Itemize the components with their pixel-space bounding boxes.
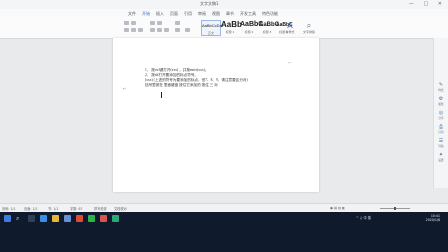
underline-tool-icon[interactable]: [138, 28, 143, 32]
style-heading-1[interactable]: AaBb 标题 1: [221, 20, 242, 34]
style-heading-3-label: 标题 3: [262, 30, 272, 34]
document-page[interactable]: ⌐ 1、 按ctrl键打开(xxx) ，并按enter(xxx)。 2、 按al…: [113, 38, 319, 192]
zoom-slider[interactable]: [380, 207, 410, 210]
bold-tool-icon[interactable]: [124, 28, 129, 32]
title-bar: 文字文稿1 — □ ✕: [0, 0, 448, 9]
style-heading-1-label: 标题 1: [225, 30, 235, 34]
style-normal-sample: AaBbCcDd: [202, 23, 222, 28]
taskbar: ⌕ ^ ♫ 中 英 10:41 2020/1/8: [0, 212, 448, 252]
status-spell-check[interactable]: 拼写检查: [94, 206, 107, 211]
style-heading-2-sample: AaBbC: [240, 21, 264, 28]
side-item-navigation[interactable]: ☰ 导航: [434, 138, 448, 148]
text-cursor: [161, 92, 162, 98]
style-icon: ✎: [438, 82, 444, 88]
font-size-tool-icon[interactable]: [131, 21, 136, 25]
new-style-icon: A: [287, 21, 293, 30]
task-view-icon[interactable]: [28, 215, 35, 222]
edge-browser-icon[interactable]: [40, 215, 47, 222]
new-style-button[interactable]: A 新样式: [282, 21, 298, 34]
align-right-tool-icon[interactable]: [164, 28, 169, 32]
status-section: 节: 1/1: [48, 207, 59, 211]
style-heading-3[interactable]: AaBbC 标题 3: [259, 20, 280, 34]
side-panel: ✎ 样式 ⚙ 属性 ◎ 分享 ⎙ 打印 ☰ 导航 ✦ 设置: [433, 38, 448, 188]
window-controls[interactable]: — □ ✕: [409, 1, 446, 7]
text-layout-label: 文字排版: [302, 30, 315, 34]
wechat-icon[interactable]: [112, 215, 119, 222]
font-tool-icon[interactable]: [124, 21, 129, 25]
status-word-count: 字数: 67: [70, 207, 83, 211]
status-page: 页码: 1/1: [2, 207, 16, 211]
side-item-share[interactable]: ◎ 分享: [434, 110, 448, 120]
system-tray[interactable]: ^ ♫ 中 英: [356, 215, 371, 220]
store-icon[interactable]: [64, 215, 71, 222]
side-item-share-label: 分享: [438, 117, 444, 120]
settings-icon: ✦: [438, 152, 444, 158]
style-heading-1-sample: AaBb: [221, 20, 242, 29]
app-green-icon[interactable]: [88, 215, 95, 222]
share-icon: ◎: [438, 110, 444, 116]
side-item-style[interactable]: ✎ 样式: [434, 82, 448, 92]
menu-bar: 文件 开始 插入 页面 引用 审阅 视图 章节 开发工具 特色功能: [0, 9, 448, 19]
document-title: 文字文稿1: [200, 1, 219, 6]
side-item-properties[interactable]: ⚙ 属性: [434, 96, 448, 106]
ribbon-toolbar: AaBbCcDd 正文 AaBb 标题 1 AaBbC 标题 2 AaBbC 标…: [0, 17, 448, 39]
view-mode-icon[interactable]: ▣ ▤ ▥ ◧: [330, 206, 345, 210]
indent-tool-icon[interactable]: [175, 21, 180, 25]
style-heading-2[interactable]: AaBbC 标题 2: [240, 20, 264, 34]
side-item-properties-label: 属性: [438, 103, 444, 106]
list-tool-icon[interactable]: [150, 21, 155, 25]
style-normal[interactable]: AaBbCcDd 正文: [201, 20, 222, 36]
margin-corner-mark: ⌐: [288, 60, 293, 66]
side-item-settings[interactable]: ✦ 设置: [434, 152, 448, 162]
italic-tool-icon[interactable]: [131, 28, 136, 32]
numbered-list-tool-icon[interactable]: [157, 21, 162, 25]
print-icon: ⎙: [438, 124, 443, 130]
side-item-print-label: 打印: [438, 131, 444, 134]
status-pages: 页面: 1/1: [24, 207, 38, 211]
side-item-style-label: 样式: [438, 89, 444, 92]
align-left-tool-icon[interactable]: [150, 28, 155, 32]
line-spacing-tool-icon[interactable]: [175, 28, 180, 32]
search-icon[interactable]: ⌕: [16, 215, 19, 223]
status-doc-check[interactable]: 文档校对: [114, 206, 127, 211]
new-style-label: 新样式: [285, 30, 295, 34]
text-layout-button[interactable]: ⌕ 文字排版: [300, 21, 318, 34]
shading-tool-icon[interactable]: [185, 28, 190, 32]
status-bar: 页码: 1/1 页面: 1/1 节: 1/1 字数: 67 拼写检查 文档校对 …: [0, 203, 448, 212]
wps-writer-icon[interactable]: [100, 215, 107, 222]
zoom-slider-knob[interactable]: [394, 207, 396, 210]
app-red-icon[interactable]: [76, 215, 83, 222]
clock[interactable]: 10:41 2020/1/8: [426, 214, 440, 222]
start-icon[interactable]: [4, 215, 11, 222]
style-heading-2-label: 标题 2: [244, 30, 254, 34]
clock-date: 2020/1/8: [425, 218, 440, 222]
style-normal-label: 正文: [207, 31, 214, 35]
side-item-settings-label: 设置: [438, 159, 444, 162]
file-explorer-icon[interactable]: [52, 215, 59, 222]
side-item-print[interactable]: ⎙ 打印: [434, 124, 448, 134]
document-line-4: 括号里按在 里面键盘 按住它添加的 按住 三 对: [145, 83, 218, 87]
properties-icon: ⚙: [438, 96, 444, 102]
paragraph-mark-icon: ↵: [123, 86, 127, 91]
side-item-navigation-label: 导航: [438, 145, 444, 148]
navigation-icon: ☰: [438, 138, 444, 144]
style-heading-3-sample: AaBbC: [259, 22, 280, 28]
text-layout-icon: ⌕: [306, 21, 312, 30]
align-center-tool-icon[interactable]: [157, 28, 162, 32]
